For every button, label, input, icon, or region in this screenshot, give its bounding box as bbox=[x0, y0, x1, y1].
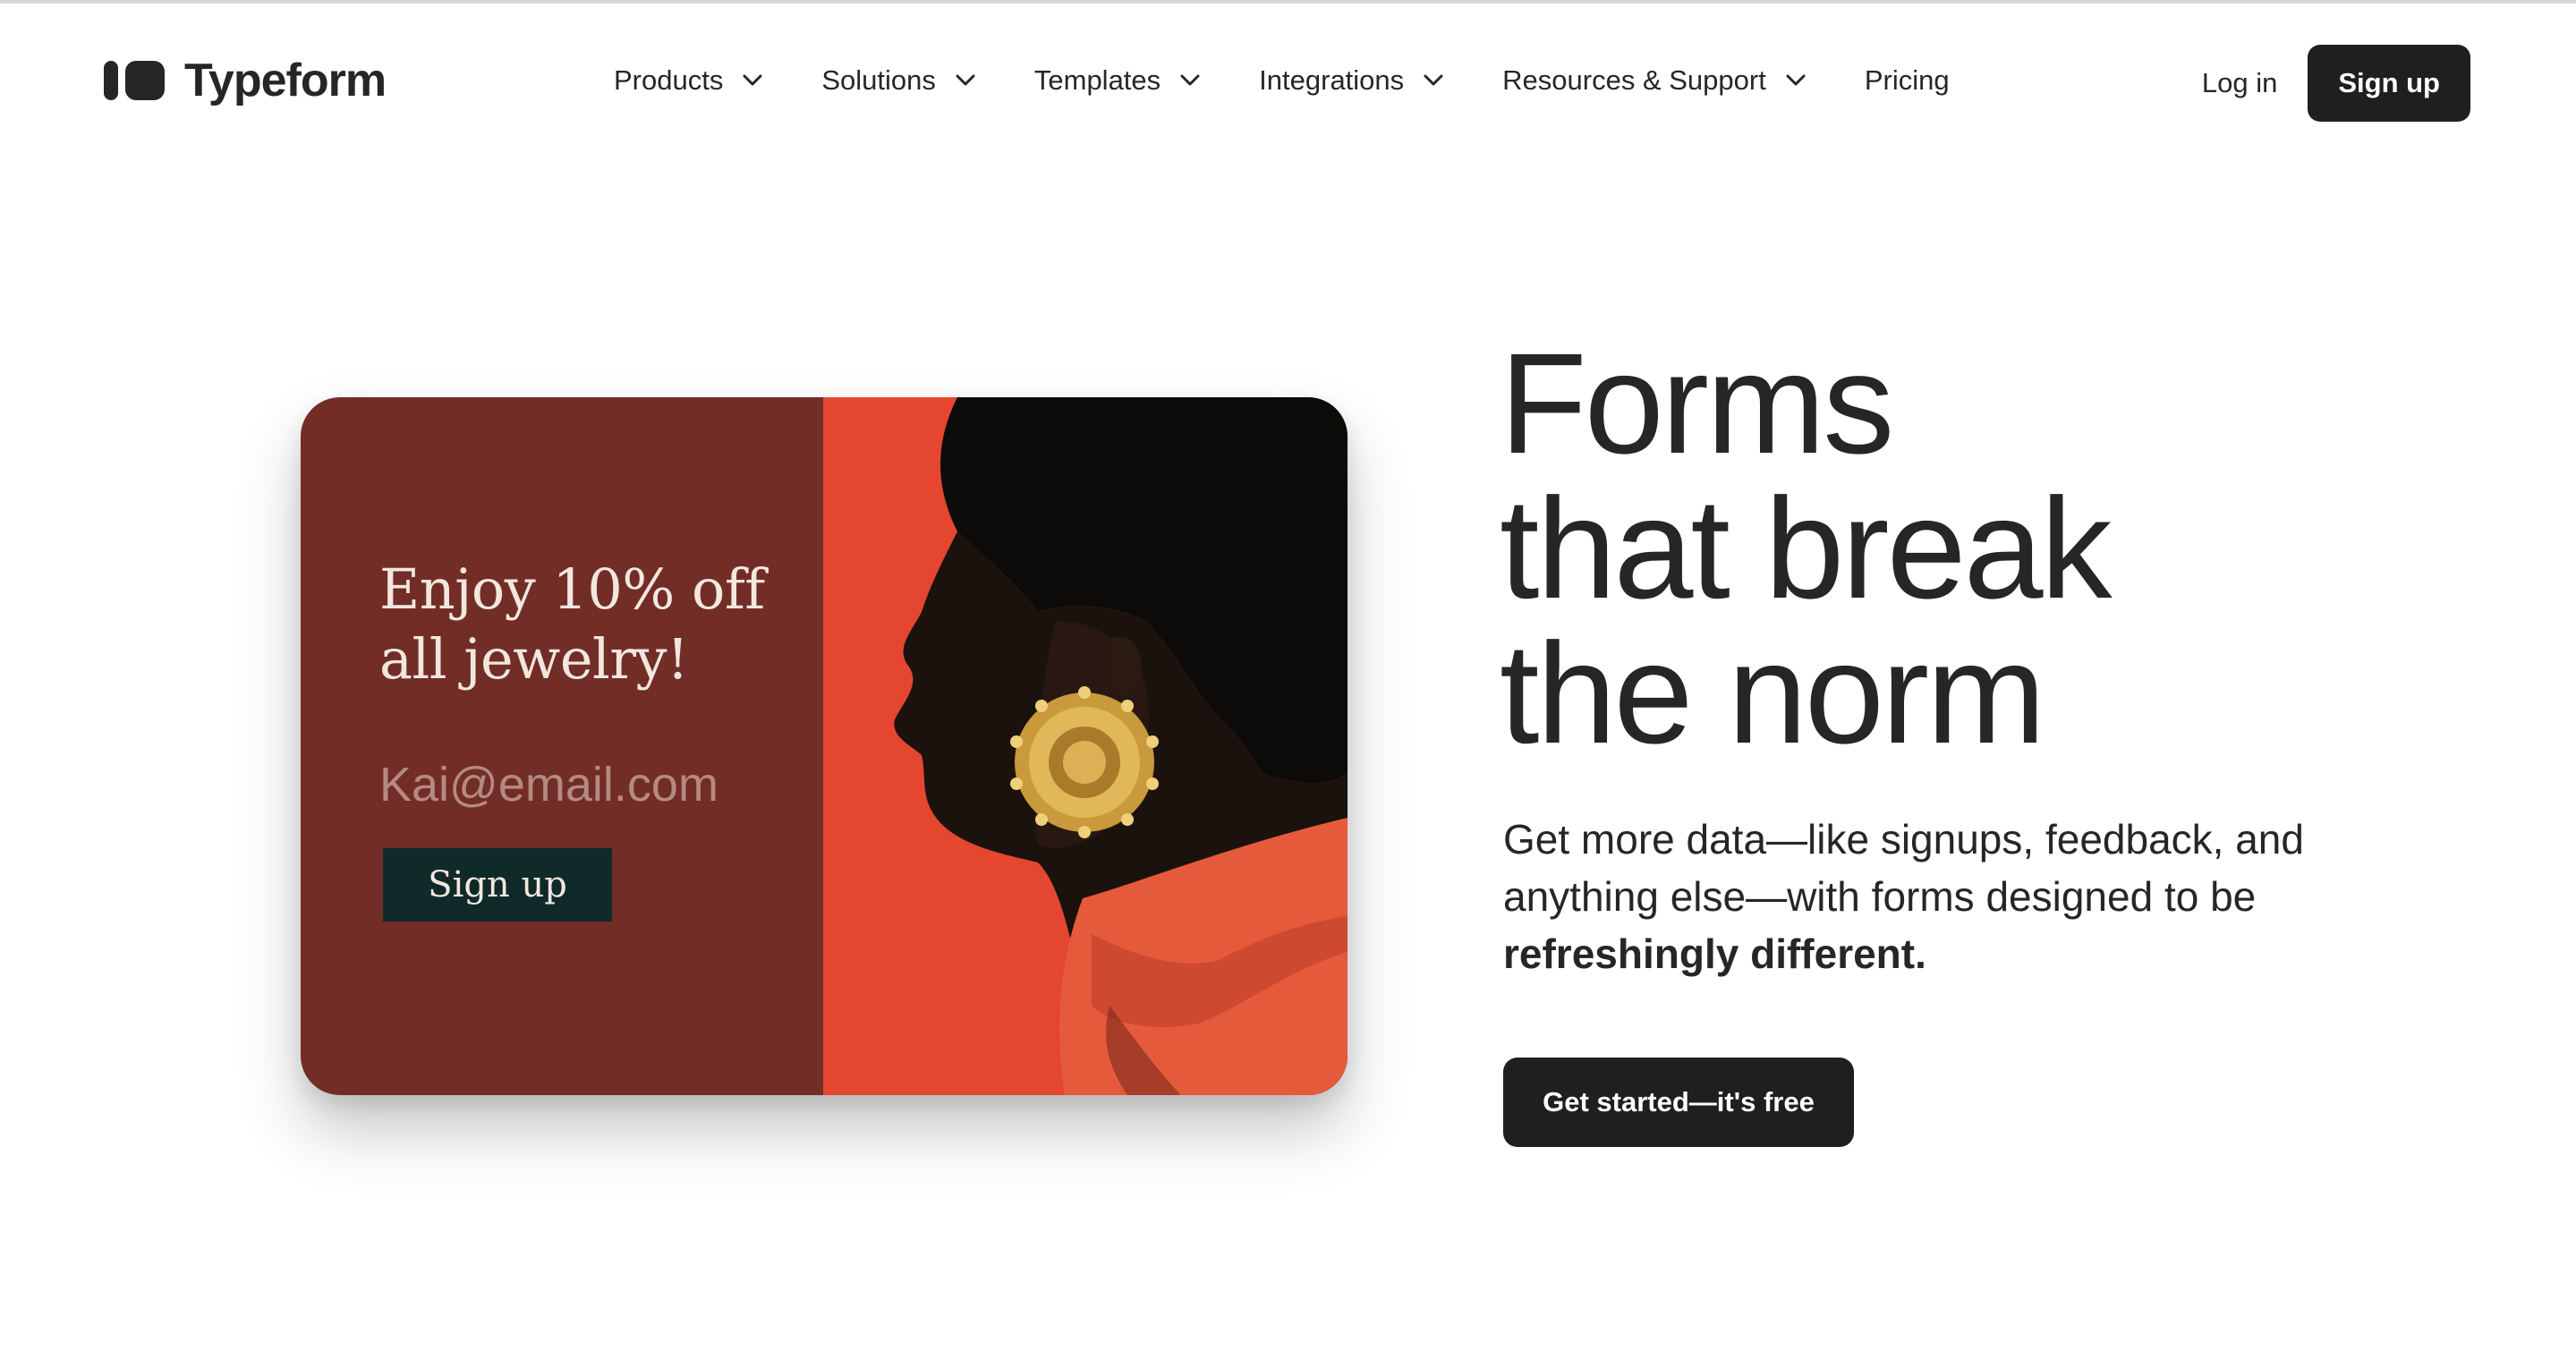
hero-subtitle: Get more data—like signups, feedback, an… bbox=[1503, 811, 2362, 982]
chevron-down-icon bbox=[1424, 74, 1443, 86]
hero-subtitle-line: Get more data—like signups, feedback, an… bbox=[1503, 816, 2304, 862]
nav-item-templates[interactable]: Templates bbox=[1034, 64, 1200, 97]
hero-subtitle-line: anything else—with forms designed to be bbox=[1503, 873, 2257, 920]
hero-subtitle-emphasis: refreshingly different. bbox=[1503, 930, 1926, 977]
login-link[interactable]: Log in bbox=[2202, 67, 2277, 99]
brand-name: Typeform bbox=[184, 55, 387, 106]
chevron-down-icon bbox=[1786, 74, 1806, 86]
nav-item-label: Solutions bbox=[821, 64, 936, 96]
nav-item-label: Integrations bbox=[1259, 64, 1405, 96]
nav-item-integrations[interactable]: Integrations bbox=[1259, 64, 1443, 97]
top-navbar: Typeform Products Solutions Templates In… bbox=[0, 4, 2576, 156]
form-panel: Enjoy 10% off all jewelry! Kai@email.com… bbox=[301, 397, 823, 1095]
main-nav: Products Solutions Templates Integration… bbox=[614, 54, 1950, 107]
hero-title-line: that break bbox=[1500, 468, 2113, 628]
chevron-down-icon bbox=[956, 74, 975, 86]
example-form-card: Enjoy 10% off all jewelry! Kai@email.com… bbox=[301, 397, 1348, 1095]
nav-item-label: Pricing bbox=[1864, 64, 1950, 96]
portrait-illustration bbox=[823, 397, 1348, 1095]
example-signup-button: Sign up bbox=[383, 848, 612, 922]
auth-actions: Log in Sign up bbox=[2202, 45, 2470, 122]
nav-item-label: Resources & Support bbox=[1502, 64, 1766, 96]
typeform-logo[interactable]: Typeform bbox=[104, 52, 387, 109]
hero-title-line: the norm bbox=[1500, 613, 2045, 773]
chevron-down-icon bbox=[1180, 74, 1200, 86]
promo-title: Enjoy 10% off all jewelry! bbox=[379, 557, 765, 692]
signup-button[interactable]: Sign up bbox=[2308, 45, 2470, 122]
nav-item-label: Products bbox=[614, 64, 724, 96]
chevron-down-icon bbox=[743, 74, 762, 86]
portrait-photo bbox=[823, 397, 1348, 1095]
nav-item-resources-support[interactable]: Resources & Support bbox=[1502, 64, 1806, 97]
nav-item-products[interactable]: Products bbox=[614, 64, 762, 97]
nav-item-pricing[interactable]: Pricing bbox=[1865, 64, 1950, 97]
get-started-button[interactable]: Get started—it's free bbox=[1503, 1058, 1854, 1147]
nav-item-label: Templates bbox=[1033, 64, 1161, 96]
hero-title: Forms that break the norm bbox=[1500, 331, 2484, 766]
hero-title-line: Forms bbox=[1500, 323, 1894, 483]
nav-item-solutions[interactable]: Solutions bbox=[821, 64, 975, 97]
email-field-example: Kai@email.com bbox=[379, 758, 718, 811]
typeform-logo-icon bbox=[104, 61, 165, 100]
